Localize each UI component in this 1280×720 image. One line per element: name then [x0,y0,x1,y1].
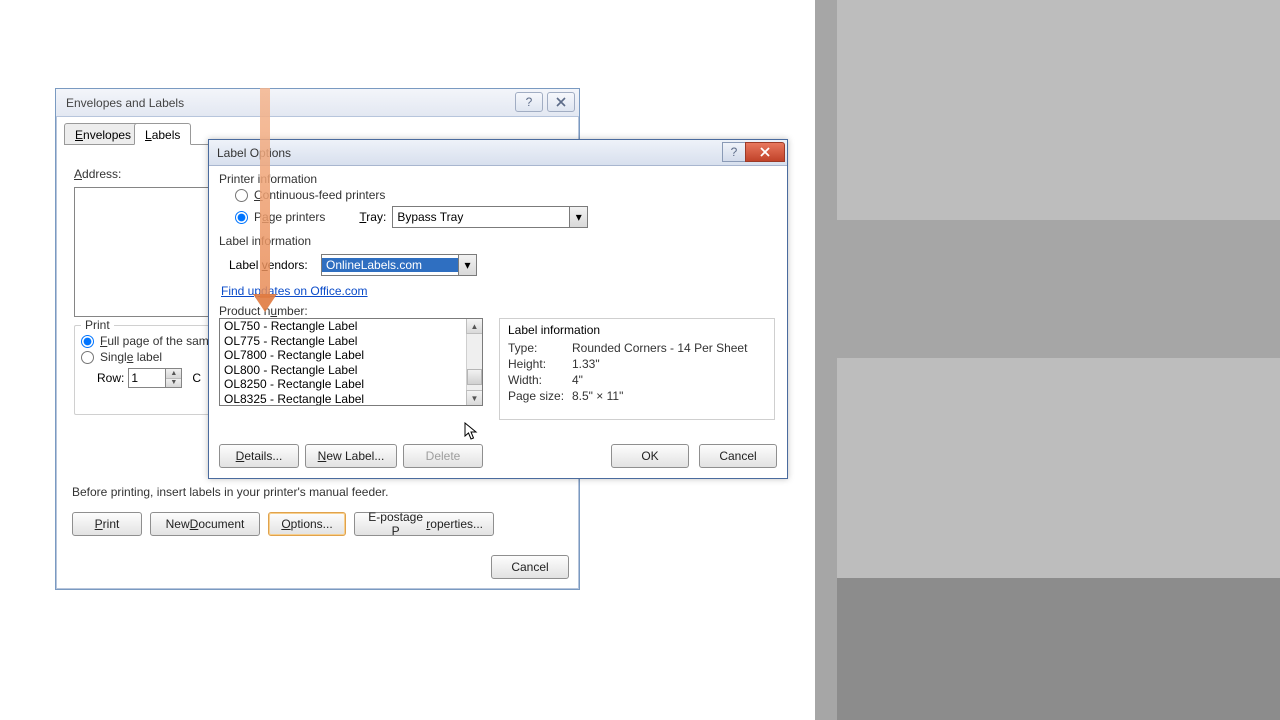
vendors-combo-arrow[interactable]: ▾ [458,255,476,275]
product-listbox[interactable]: OL750 - Rectangle Label OL775 - Rectangl… [219,318,483,406]
vendors-label: Label vendors: [229,258,315,272]
dialog2-close-button[interactable] [745,142,785,162]
label-options-dialog: Label Options ? Printer information Cont… [208,139,788,479]
info-type-val: Rounded Corners - 14 Per Sheet [572,341,747,355]
row-label: Row: [97,371,124,385]
product-list-items: OL750 - Rectangle Label OL775 - Rectangl… [220,319,466,406]
dialog2-right-buttons: OK Cancel [611,444,777,468]
col-label-trunc: C [192,371,201,385]
list-item[interactable]: OL750 - Rectangle Label [220,319,466,334]
row-input[interactable] [129,369,165,387]
radio-continuous[interactable]: Continuous-feed printers [235,188,771,202]
tab-labels[interactable]: Labels [134,123,191,145]
bg-band-2 [837,358,1280,578]
footer-note: Before printing, insert labels in your p… [72,485,388,499]
tray-combo[interactable]: Bypass Tray ▾ [392,206,588,228]
address-label: Address: [74,167,121,181]
label-info-panel: Label information Type:Rounded Corners -… [499,318,775,420]
new-document-button[interactable]: New Document [150,512,260,536]
listbox-scrollbar[interactable]: ▲ ▼ [466,319,482,405]
info-type-key: Type: [508,341,572,355]
dialog2-left-buttons: Details... New Label... Delete [219,444,483,468]
scroll-up-button[interactable]: ▲ [466,318,483,334]
new-label-button[interactable]: New Label... [305,444,397,468]
delete-button: Delete [403,444,483,468]
dialog1-button-row: Print New Document Options... E-postage … [72,512,494,536]
dialog1-title: Envelopes and Labels [66,96,184,110]
printer-info-label: Printer information [219,172,777,186]
dialog2-titlebar: Label Options ? [209,140,787,166]
dialog2-cancel-button[interactable]: Cancel [699,444,777,468]
tray-combo-arrow[interactable]: ▾ [569,207,587,227]
info-width-val: 4" [572,373,583,387]
tray-value: Bypass Tray [393,210,569,224]
office-updates-link[interactable]: Find updates on Office.com [221,284,368,298]
address-textarea[interactable] [74,187,209,317]
info-width-key: Width: [508,373,572,387]
radio-continuous-input[interactable] [235,189,248,202]
radio-single-label-input[interactable] [81,351,94,364]
info-page-val: 8.5" × 11" [572,389,623,403]
tab-envelopes[interactable]: Envelopes [64,123,142,145]
list-item[interactable]: OL775 - Rectangle Label [220,334,466,349]
scroll-down-button[interactable]: ▼ [466,390,483,406]
vendors-value: OnlineLabels.com [322,258,458,272]
radio-page-printers-input[interactable] [235,211,248,224]
info-panel-title: Label information [508,323,766,337]
dialog1-titlebar: Envelopes and Labels ? [56,89,579,117]
bg-band-3 [837,578,1280,720]
print-button[interactable]: Print [72,512,142,536]
row-spin-up[interactable]: ▲ [166,369,181,379]
info-height-val: 1.33" [572,357,600,371]
dialog2-help-button[interactable]: ? [722,142,746,162]
options-button[interactable]: Options... [268,512,346,536]
epostage-button[interactable]: E-postage Properties... [354,512,494,536]
info-page-key: Page size: [508,389,572,403]
scroll-thumb[interactable] [467,369,482,385]
list-item[interactable]: OL8325 - Rectangle Label [220,392,466,407]
radio-page-printers[interactable]: Page printers [235,210,325,224]
product-number-label: Product number: [219,304,777,318]
details-button[interactable]: Details... [219,444,299,468]
row-spinner[interactable]: ▲ ▼ [128,368,182,388]
vendors-combo[interactable]: OnlineLabels.com ▾ [321,254,477,276]
row-spin-down[interactable]: ▼ [166,379,181,388]
list-item[interactable]: OL7800 - Rectangle Label [220,348,466,363]
info-height-key: Height: [508,357,572,371]
dialog2-title: Label Options [217,146,291,160]
dialog1-help-button[interactable]: ? [515,92,543,112]
label-info-section: Label information [219,234,777,248]
tray-label: Tray: [359,210,386,224]
print-legend: Print [81,318,114,332]
bg-band-1 [837,0,1280,220]
radio-full-page-input[interactable] [81,335,94,348]
list-item[interactable]: OL800 - Rectangle Label [220,363,466,378]
background-panel [815,0,1280,720]
dialog1-close-button[interactable] [547,92,575,112]
dialog1-cancel-button[interactable]: Cancel [491,555,569,579]
ok-button[interactable]: OK [611,444,689,468]
list-item[interactable]: OL8250 - Rectangle Label [220,377,466,392]
scroll-track[interactable] [467,333,482,391]
